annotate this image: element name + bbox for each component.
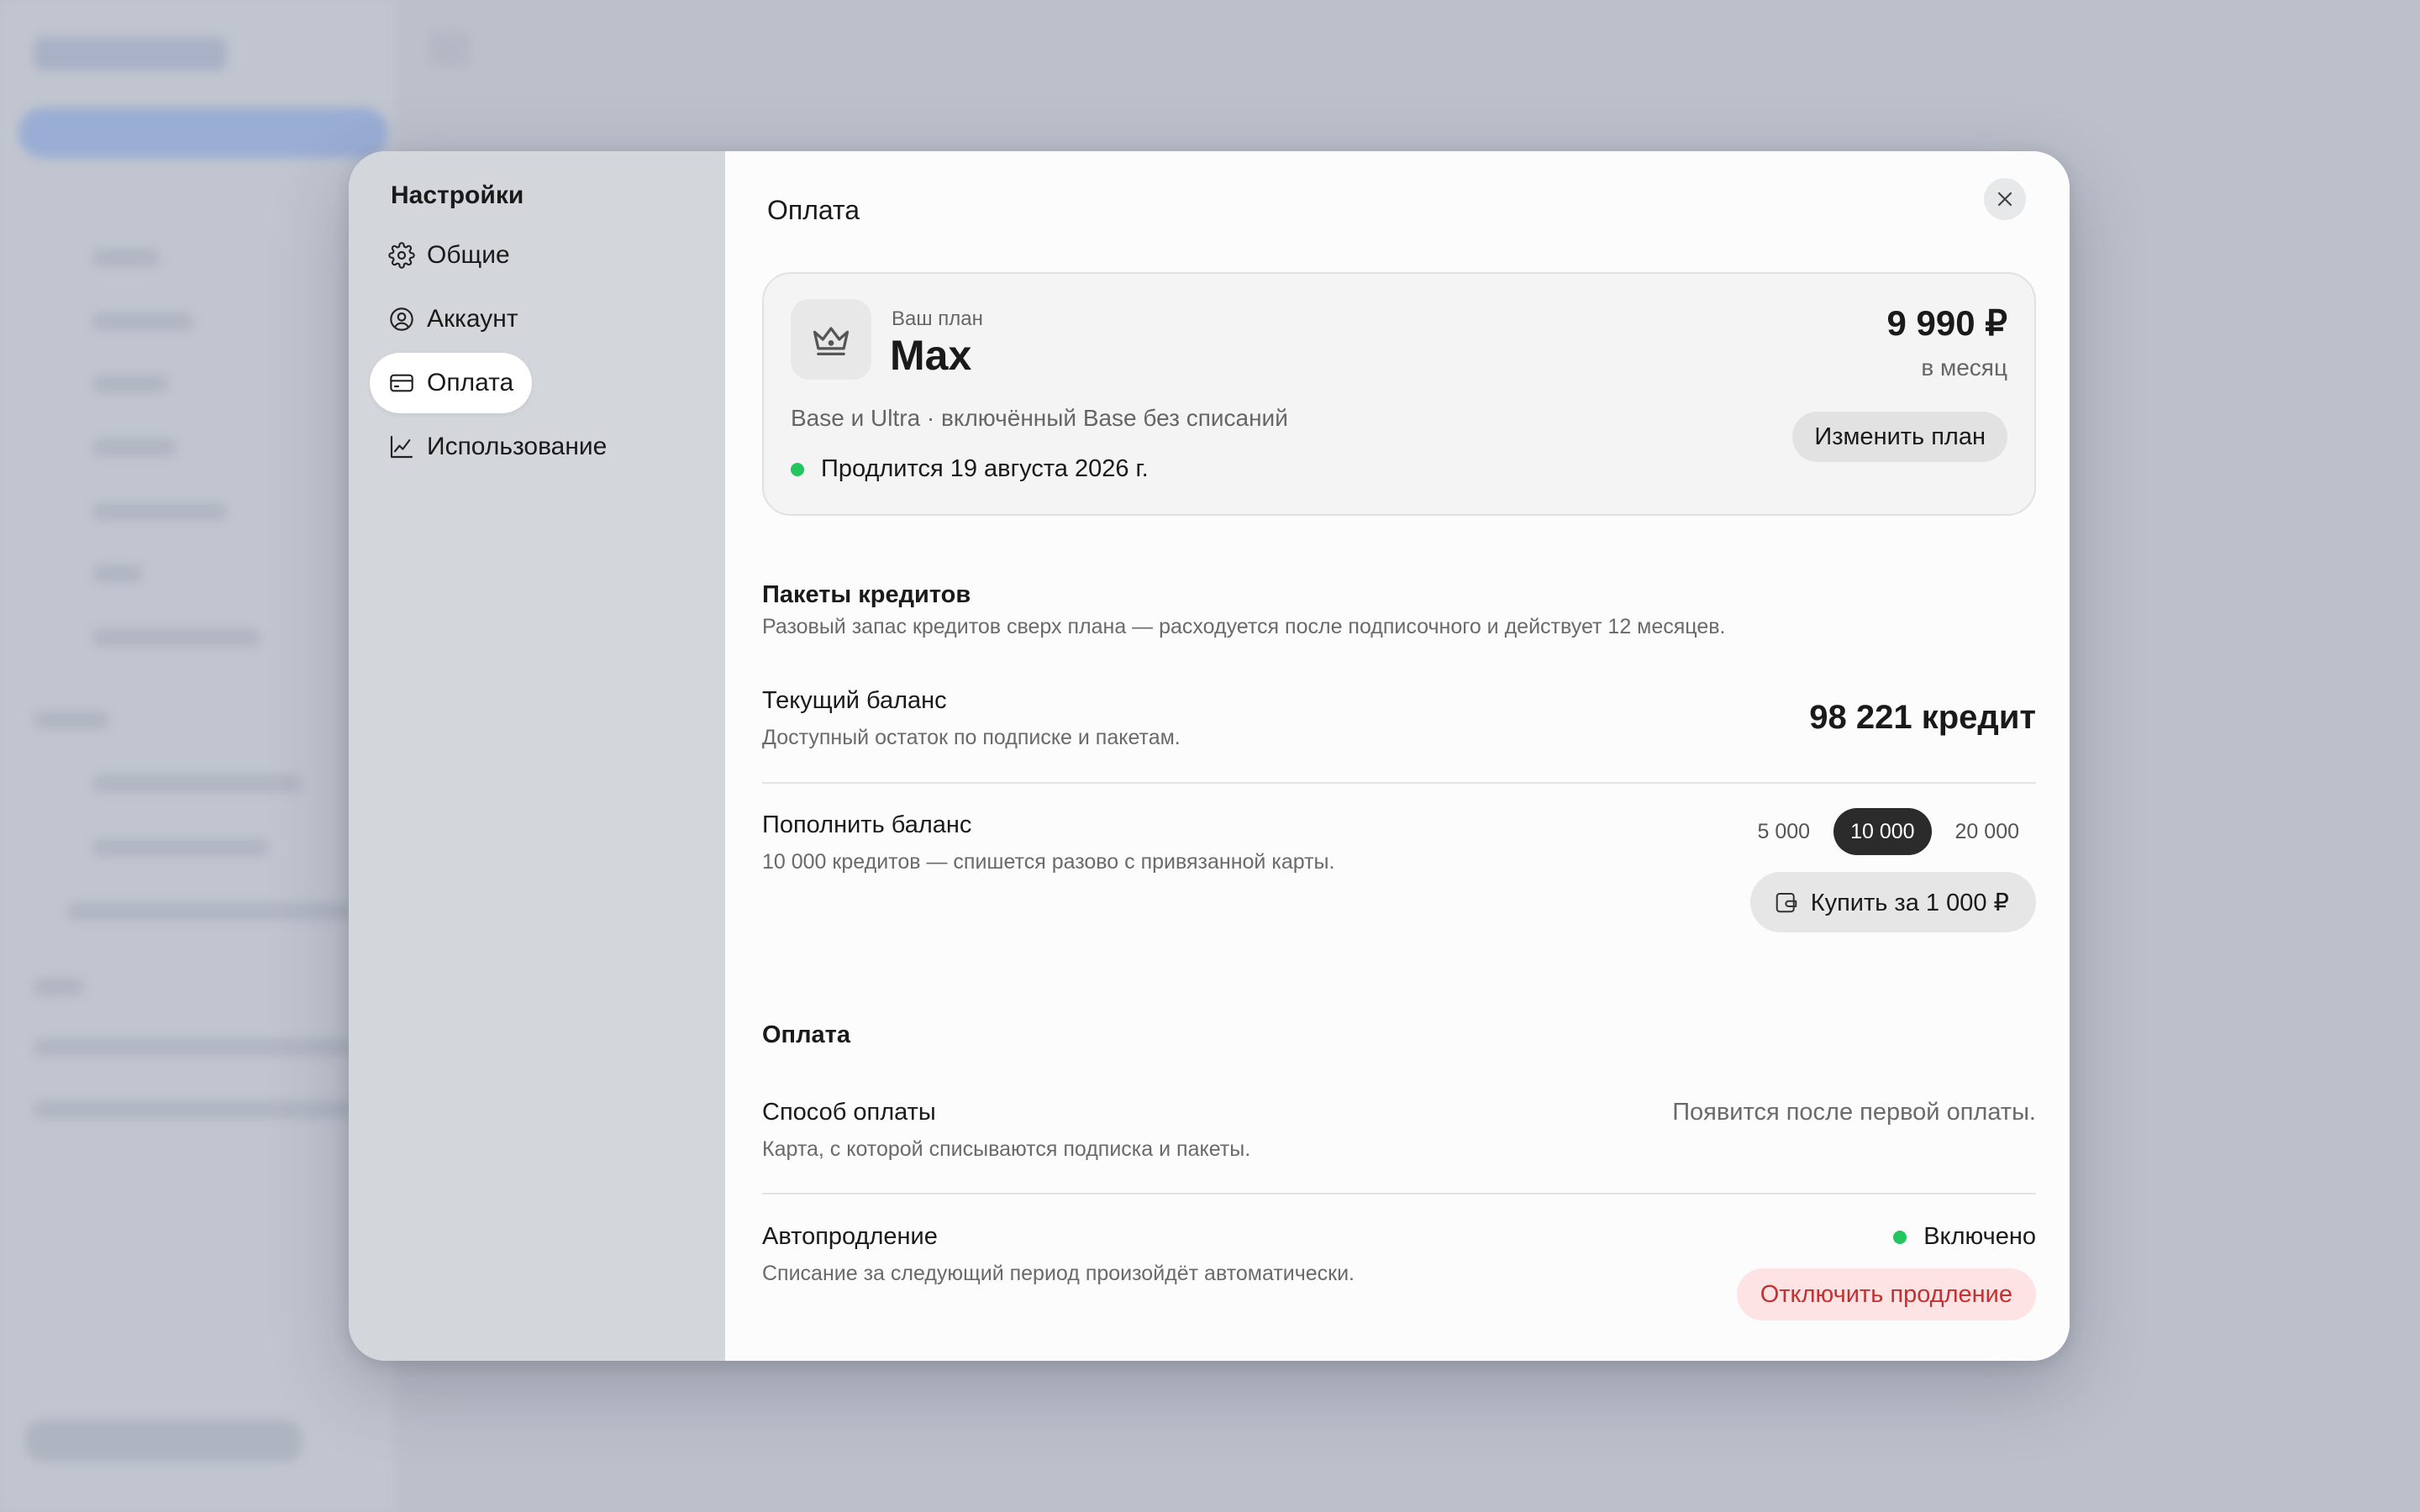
wallet-icon bbox=[1776, 893, 1797, 913]
payment-section-title: Оплата bbox=[762, 1021, 850, 1048]
disable-autorenew-button[interactable]: Отключить продление bbox=[1736, 1268, 2036, 1320]
background-line bbox=[92, 375, 168, 393]
user-circle-icon bbox=[390, 307, 413, 331]
close-button[interactable] bbox=[1984, 178, 2026, 220]
plan-icon-box bbox=[791, 299, 871, 380]
plan-card: Ваш план Max 9 990 ₽ в месяц Base и Ultr… bbox=[762, 272, 2036, 516]
gear-icon bbox=[388, 242, 415, 269]
background-line bbox=[34, 1100, 353, 1119]
background-logo bbox=[34, 37, 227, 71]
balance-title: Текущий баланс bbox=[762, 687, 947, 714]
nav-label-account: Аккаунт bbox=[427, 305, 518, 333]
amount-option-20000[interactable]: 20 000 bbox=[1939, 808, 2036, 855]
divider bbox=[762, 1193, 2036, 1194]
background-line bbox=[34, 1038, 353, 1057]
balance-subtitle: Доступный остаток по подписке и пакетам. bbox=[762, 726, 1181, 749]
nav-item-billing[interactable]: Оплата bbox=[370, 353, 533, 413]
nav-label-general: Общие bbox=[427, 241, 510, 269]
background-line bbox=[92, 249, 160, 267]
payment-method-value: Появится после первой оплаты. bbox=[1672, 1099, 2036, 1126]
balance-value: 98 221 кредит bbox=[1809, 699, 2036, 736]
payment-method-subtitle: Карта, с которой списываются подписка и … bbox=[762, 1137, 1251, 1161]
credits-section-subtitle: Разовый запас кредитов сверх плана — рас… bbox=[762, 615, 1726, 638]
plan-label: Ваш план bbox=[892, 307, 983, 330]
status-dot bbox=[1893, 1230, 1907, 1244]
change-plan-button[interactable]: Изменить план bbox=[1792, 412, 2007, 462]
buy-credits-button[interactable]: Купить за 1 000 ₽ bbox=[1749, 872, 2036, 932]
autorenew-status: Включено bbox=[1893, 1223, 2036, 1251]
background-line bbox=[92, 564, 143, 583]
background-line bbox=[92, 774, 302, 793]
settings-sidebar: Настройки Общие Аккаунт Оплата Использов… bbox=[349, 151, 725, 1361]
background-line bbox=[34, 978, 84, 996]
settings-modal: Настройки Общие Аккаунт Оплата Использов… bbox=[349, 151, 2070, 1361]
nav-item-general[interactable]: Общие bbox=[370, 225, 529, 286]
plan-period: в месяц bbox=[1921, 354, 2007, 381]
page-title: Оплата bbox=[767, 195, 860, 225]
chart-line-icon bbox=[390, 435, 413, 459]
status-dot bbox=[791, 462, 804, 476]
credit-card-icon bbox=[390, 374, 413, 392]
background-line bbox=[92, 438, 176, 457]
amount-option-10000[interactable]: 10 000 bbox=[1833, 808, 1932, 855]
background-toolbar-button bbox=[429, 30, 471, 67]
plan-price: 9 990 ₽ bbox=[1886, 303, 2008, 343]
background-line bbox=[92, 502, 227, 521]
divider bbox=[762, 782, 2036, 784]
nav-label-usage: Использование bbox=[427, 433, 608, 460]
close-icon bbox=[1997, 192, 2012, 207]
nav-label-billing: Оплата bbox=[427, 369, 514, 396]
topup-title: Пополнить баланс bbox=[762, 811, 972, 838]
background-new-button bbox=[18, 108, 388, 158]
background-user-profile bbox=[25, 1420, 302, 1462]
background-sidebar bbox=[0, 0, 395, 1512]
plan-renewal: Продлится 19 августа 2026 г. bbox=[791, 455, 1149, 483]
plan-description: Base и Ultra · включённый Base без списа… bbox=[791, 405, 1288, 431]
amount-option-5000[interactable]: 5 000 bbox=[1741, 808, 1828, 855]
autorenew-title: Автопродление bbox=[762, 1223, 938, 1250]
background-line bbox=[92, 312, 193, 331]
nav-item-account[interactable]: Аккаунт bbox=[370, 289, 537, 349]
autorenew-status-text: Включено bbox=[1923, 1223, 2036, 1250]
buy-credits-label: Купить за 1 000 ₽ bbox=[1810, 889, 2009, 916]
billing-panel: Оплата Ваш план Max 9 990 ₽ в месяц Base… bbox=[725, 151, 2070, 1361]
autorenew-subtitle: Списание за следующий период произойдёт … bbox=[762, 1262, 1355, 1285]
payment-method-title: Способ оплаты bbox=[762, 1099, 936, 1126]
plan-name: Max bbox=[890, 332, 972, 379]
background-line bbox=[92, 838, 269, 857]
crown-icon bbox=[813, 327, 850, 355]
plan-renewal-text: Продлится 19 августа 2026 г. bbox=[821, 455, 1149, 482]
background-line bbox=[92, 628, 260, 647]
settings-title: Настройки bbox=[391, 181, 524, 209]
credits-section-title: Пакеты кредитов bbox=[762, 581, 971, 608]
amount-selector: 5 000 10 000 20 000 bbox=[1741, 808, 2037, 855]
nav-item-usage[interactable]: Использование bbox=[370, 417, 625, 477]
background-line bbox=[67, 902, 353, 921]
topup-subtitle: 10 000 кредитов — спишется разово с прив… bbox=[762, 850, 1335, 874]
background-line bbox=[34, 711, 109, 729]
settings-nav: Общие Аккаунт Оплата Использование bbox=[370, 225, 725, 480]
